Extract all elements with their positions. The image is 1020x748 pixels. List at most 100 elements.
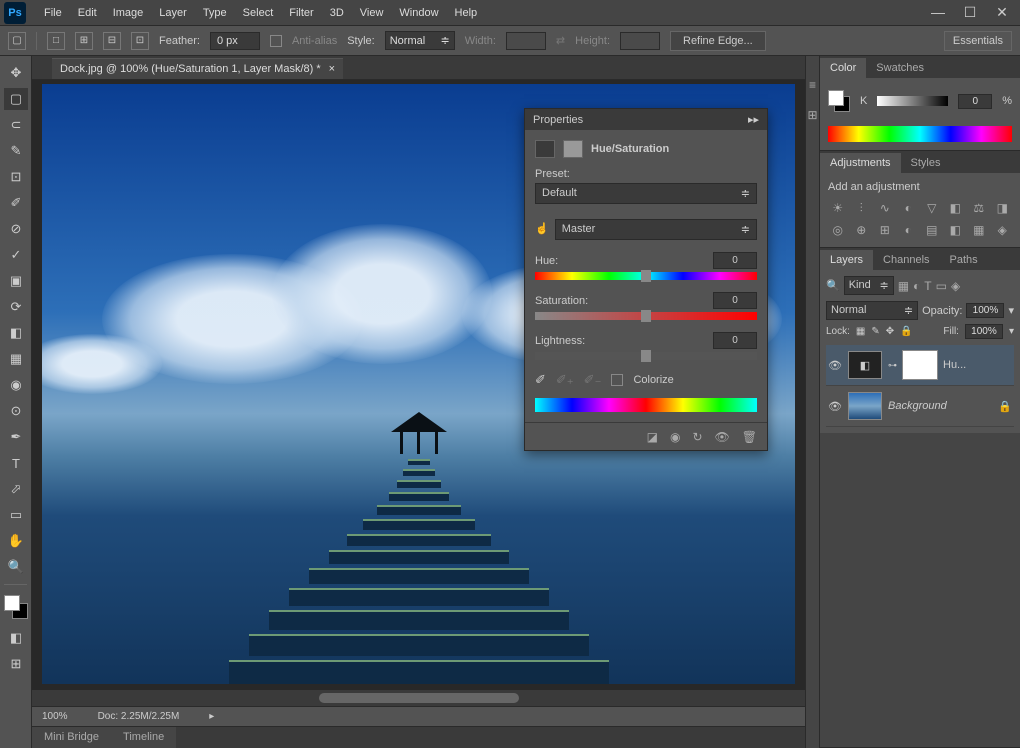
eyedropper-tool[interactable]: ✐	[4, 192, 28, 214]
horizontal-scrollbar[interactable]	[32, 690, 805, 706]
tab-swatches[interactable]: Swatches	[866, 58, 934, 78]
filter-type-icon[interactable]: T	[924, 277, 931, 295]
menu-3d[interactable]: 3D	[322, 7, 352, 19]
dodge-tool[interactable]: ⊙	[4, 400, 28, 422]
curves-icon[interactable]: ∿	[875, 199, 895, 217]
selection-new-icon[interactable]: □	[47, 32, 65, 50]
clone-stamp-tool[interactable]: ▣	[4, 270, 28, 292]
selection-subtract-icon[interactable]: ⊟	[103, 32, 121, 50]
hue-input[interactable]: 0	[713, 252, 757, 269]
clip-to-layer-icon[interactable]: ◪	[647, 430, 658, 444]
selection-add-icon[interactable]: ⊞	[75, 32, 93, 50]
quick-mask-toggle[interactable]: ◧	[4, 627, 28, 649]
blend-mode-dropdown[interactable]: Normal≑	[826, 301, 918, 320]
tab-paths[interactable]: Paths	[940, 250, 988, 270]
tab-mini-bridge[interactable]: Mini Bridge	[32, 727, 111, 748]
menu-filter[interactable]: Filter	[281, 7, 321, 19]
workspace-switcher[interactable]: Essentials	[944, 31, 1012, 51]
foreground-color[interactable]	[4, 595, 20, 611]
opacity-arrow-icon[interactable]: ▾	[1008, 304, 1014, 317]
tab-timeline[interactable]: Timeline	[111, 727, 176, 748]
status-arrow-icon[interactable]: ▸	[209, 711, 214, 722]
menu-type[interactable]: Type	[195, 7, 235, 19]
vibrance-icon[interactable]: ▽	[922, 199, 942, 217]
color-swatches[interactable]	[4, 595, 28, 619]
exposure-icon[interactable]: ◐	[899, 199, 919, 217]
history-brush-tool[interactable]: ⟳	[4, 296, 28, 318]
lock-all-icon[interactable]: 🔒	[900, 326, 912, 337]
filter-pixel-icon[interactable]: ▦	[898, 277, 909, 295]
feather-input[interactable]	[210, 32, 260, 50]
menu-image[interactable]: Image	[105, 7, 152, 19]
layer-filter-dropdown[interactable]: Kind≑	[844, 276, 894, 295]
lasso-tool[interactable]: ⊂	[4, 114, 28, 136]
tab-color[interactable]: Color	[820, 58, 866, 78]
tab-layers[interactable]: Layers	[820, 250, 873, 270]
reset-icon[interactable]: ↻	[692, 430, 702, 444]
color-lookup-icon[interactable]: ⊞	[875, 221, 895, 239]
selection-intersect-icon[interactable]: ⊡	[131, 32, 149, 50]
menu-layer[interactable]: Layer	[151, 7, 195, 19]
eyedropper-sub-icon[interactable]: ✐₋	[584, 372, 602, 388]
maximize-button[interactable]: ☐	[960, 4, 980, 20]
menu-file[interactable]: File	[36, 7, 70, 19]
saturation-slider[interactable]	[535, 312, 757, 320]
type-tool[interactable]: T	[4, 452, 28, 474]
levels-icon[interactable]: ⫶	[852, 199, 872, 217]
filter-adjust-icon[interactable]: ◐	[913, 277, 920, 295]
zoom-tool[interactable]: 🔍	[4, 556, 28, 578]
menu-view[interactable]: View	[352, 7, 392, 19]
brightness-icon[interactable]: ☀	[828, 199, 848, 217]
eyedropper-icon[interactable]: ✐	[535, 372, 546, 388]
style-dropdown[interactable]: Normal≑	[385, 31, 455, 50]
lightness-input[interactable]: 0	[713, 332, 757, 349]
crop-tool[interactable]: ⊡	[4, 166, 28, 188]
move-tool[interactable]: ✥	[4, 62, 28, 84]
minimize-button[interactable]: —	[928, 4, 948, 20]
tab-adjustments[interactable]: Adjustments	[820, 153, 901, 173]
lock-transparency-icon[interactable]: ▦	[856, 326, 865, 337]
channel-mixer-icon[interactable]: ⊕	[852, 221, 872, 239]
panel-color-swatches[interactable]	[828, 90, 850, 112]
opacity-input[interactable]	[966, 303, 1004, 318]
lightness-slider[interactable]	[535, 352, 757, 360]
filter-shape-icon[interactable]: ▭	[936, 277, 947, 295]
info-panel-icon[interactable]: ⊞	[804, 106, 822, 124]
menu-help[interactable]: Help	[447, 7, 486, 19]
bw-icon[interactable]: ◨	[993, 199, 1013, 217]
eyedropper-add-icon[interactable]: ✐₊	[556, 372, 574, 388]
hand-tool[interactable]: ✋	[4, 530, 28, 552]
link-icon[interactable]: ⊶	[888, 360, 897, 371]
saturation-input[interactable]: 0	[713, 292, 757, 309]
tab-styles[interactable]: Styles	[901, 153, 951, 173]
hue-slider[interactable]	[535, 272, 757, 280]
antialias-checkbox[interactable]	[270, 35, 282, 47]
shape-tool[interactable]: ▭	[4, 504, 28, 526]
layer-name[interactable]: Background	[888, 400, 992, 412]
zoom-level[interactable]: 100%	[42, 711, 68, 722]
menu-window[interactable]: Window	[391, 7, 446, 19]
fill-input[interactable]	[965, 324, 1003, 339]
threshold-icon[interactable]: ◧	[946, 221, 966, 239]
finger-icon[interactable]: ☝	[535, 222, 549, 235]
k-slider[interactable]	[877, 96, 948, 106]
pen-tool[interactable]: ✒	[4, 426, 28, 448]
layer-name[interactable]: Hu...	[943, 359, 1012, 371]
k-value-input[interactable]	[958, 94, 992, 109]
photo-filter-icon[interactable]: ◎	[828, 221, 848, 239]
close-button[interactable]: ✕	[992, 4, 1012, 20]
history-panel-icon[interactable]: ≡	[804, 76, 822, 94]
posterize-icon[interactable]: ▤	[922, 221, 942, 239]
layer-item[interactable]: 👁 Background 🔒	[826, 386, 1014, 427]
close-tab-icon[interactable]: ×	[329, 63, 335, 75]
marquee-tool[interactable]: ▢	[4, 88, 28, 110]
quick-select-tool[interactable]: ✎	[4, 140, 28, 162]
gradient-tool[interactable]: ▦	[4, 348, 28, 370]
hue-sat-icon[interactable]: ◧	[946, 199, 966, 217]
color-spectrum[interactable]	[828, 126, 1012, 142]
lock-position-icon[interactable]: ✥	[886, 326, 894, 337]
panel-collapse-icon[interactable]: ▸▸	[748, 113, 759, 126]
filter-smart-icon[interactable]: ◈	[951, 277, 960, 295]
layer-item[interactable]: 👁 ◧ ⊶ Hu...	[826, 345, 1014, 386]
colorize-checkbox[interactable]	[611, 374, 623, 386]
